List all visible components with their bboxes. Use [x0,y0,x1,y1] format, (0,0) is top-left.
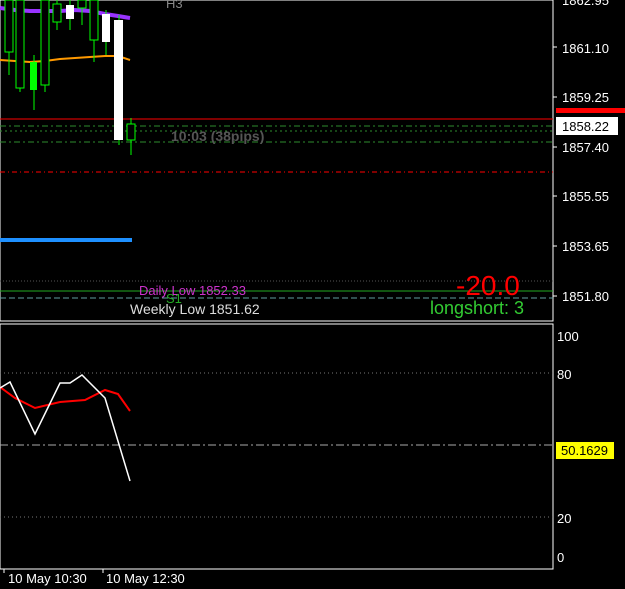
candle [114,20,123,140]
candle [15,0,25,89]
candle [126,123,136,141]
price-axis-label: 1855.55 [562,189,609,204]
price-axis-label: 1861.10 [562,41,609,56]
candlesticks [4,0,136,155]
price-axis-label: 1862.95 [562,0,609,8]
oscillator-signal-line [0,386,131,412]
candle [77,0,87,9]
candle [89,0,99,41]
big-value-text: -20.0 [456,270,520,301]
weekly-low-label: Weekly Low 1851.62 [130,301,260,317]
price-axis-label: 1853.65 [562,239,609,254]
price-marker-red [556,108,625,113]
longshort-text: longshort: 3 [430,298,524,318]
osc-axis-label: 20 [557,511,571,526]
candle [102,14,110,42]
osc-axis-label: 80 [557,367,571,382]
candle-timer-text: 10:03 (38pips) [171,128,264,144]
candle [40,0,50,86]
price-axis-label: 1859.25 [562,90,609,105]
candle [52,3,62,23]
price-axis-label: 1851.80 [562,289,609,304]
timeframe-label: H3 [166,0,183,11]
time-axis-label: 10 May 12:30 [106,571,185,586]
osc-axis-label: 0 [557,550,564,565]
oscillator-panel [0,323,554,570]
time-axis-label: 10 May 10:30 [8,571,87,586]
current-price-label: 1858.22 [562,119,609,134]
candle [66,5,74,19]
candle [4,0,14,53]
price-axis-label: 1857.40 [562,140,609,155]
trading-chart[interactable]: H3 10:03 (38pips) Daily Low 1852.33 S1 W… [0,0,625,589]
daily-low-label: Daily Low 1852.33 [139,283,246,298]
oscillator-value-label: 50.1629 [561,443,608,458]
osc-axis-label: 100 [557,329,579,344]
candle [30,62,37,90]
price-axis: 1862.95 1861.10 1859.25 1857.40 1855.55 … [553,0,609,304]
